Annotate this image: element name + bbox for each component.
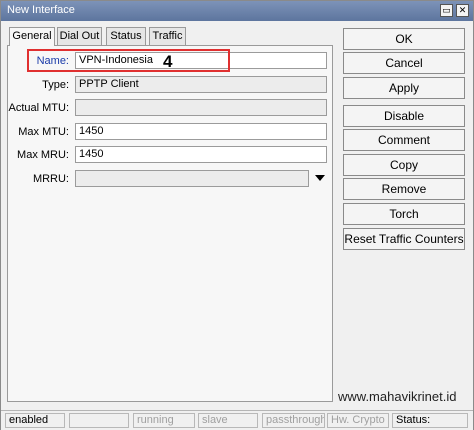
status-passthrough: passthrough (262, 413, 325, 428)
ok-button[interactable]: OK (343, 28, 465, 50)
tab-traffic[interactable]: Traffic (149, 27, 186, 45)
status-empty-cell (69, 413, 129, 428)
new-interface-window: New Interface ▭ ✕ General Dial Out Statu… (0, 0, 474, 430)
chevron-down-icon[interactable] (315, 175, 325, 181)
actual-mtu-field (75, 99, 327, 116)
remove-button[interactable]: Remove (343, 178, 465, 200)
tab-status[interactable]: Status (106, 27, 146, 45)
mrru-field[interactable] (75, 170, 309, 187)
tab-dial-out[interactable]: Dial Out (57, 27, 102, 45)
max-mtu-field[interactable]: 1450 (75, 123, 327, 140)
annotation-highlight-box (27, 49, 230, 72)
title-bar[interactable]: New Interface ▭ ✕ (1, 1, 473, 21)
reset-traffic-counters-button[interactable]: Reset Traffic Counters (343, 228, 465, 250)
type-label: Type: (42, 79, 69, 91)
window-title: New Interface (7, 4, 75, 16)
status-slave: slave (198, 413, 258, 428)
watermark: www.mahavikrinet.id (338, 389, 457, 404)
status-bar: enabled running slave passthrough Hw. Cr… (1, 410, 473, 430)
cancel-button[interactable]: Cancel (343, 52, 465, 74)
close-icon[interactable]: ✕ (456, 4, 469, 17)
comment-button[interactable]: Comment (343, 129, 465, 151)
type-field: PPTP Client (75, 76, 327, 93)
max-mtu-label: Max MTU: (18, 126, 69, 138)
status-hw-crypto: Hw. Crypto (327, 413, 389, 428)
mrru-label: MRRU: (32, 173, 69, 185)
max-mru-label: Max MRU: (17, 149, 69, 161)
status-enabled: enabled (5, 413, 65, 428)
status-label: Status: (392, 413, 468, 428)
max-mru-field[interactable]: 1450 (75, 146, 327, 163)
actual-mtu-label: Actual MTU: (8, 102, 69, 114)
status-running: running (133, 413, 195, 428)
restore-icon[interactable]: ▭ (440, 4, 453, 17)
copy-button[interactable]: Copy (343, 154, 465, 176)
torch-button[interactable]: Torch (343, 203, 465, 225)
disable-button[interactable]: Disable (343, 105, 465, 127)
apply-button[interactable]: Apply (343, 77, 465, 99)
annotation-step-number: 4 (163, 52, 173, 71)
tab-general[interactable]: General (9, 27, 55, 46)
